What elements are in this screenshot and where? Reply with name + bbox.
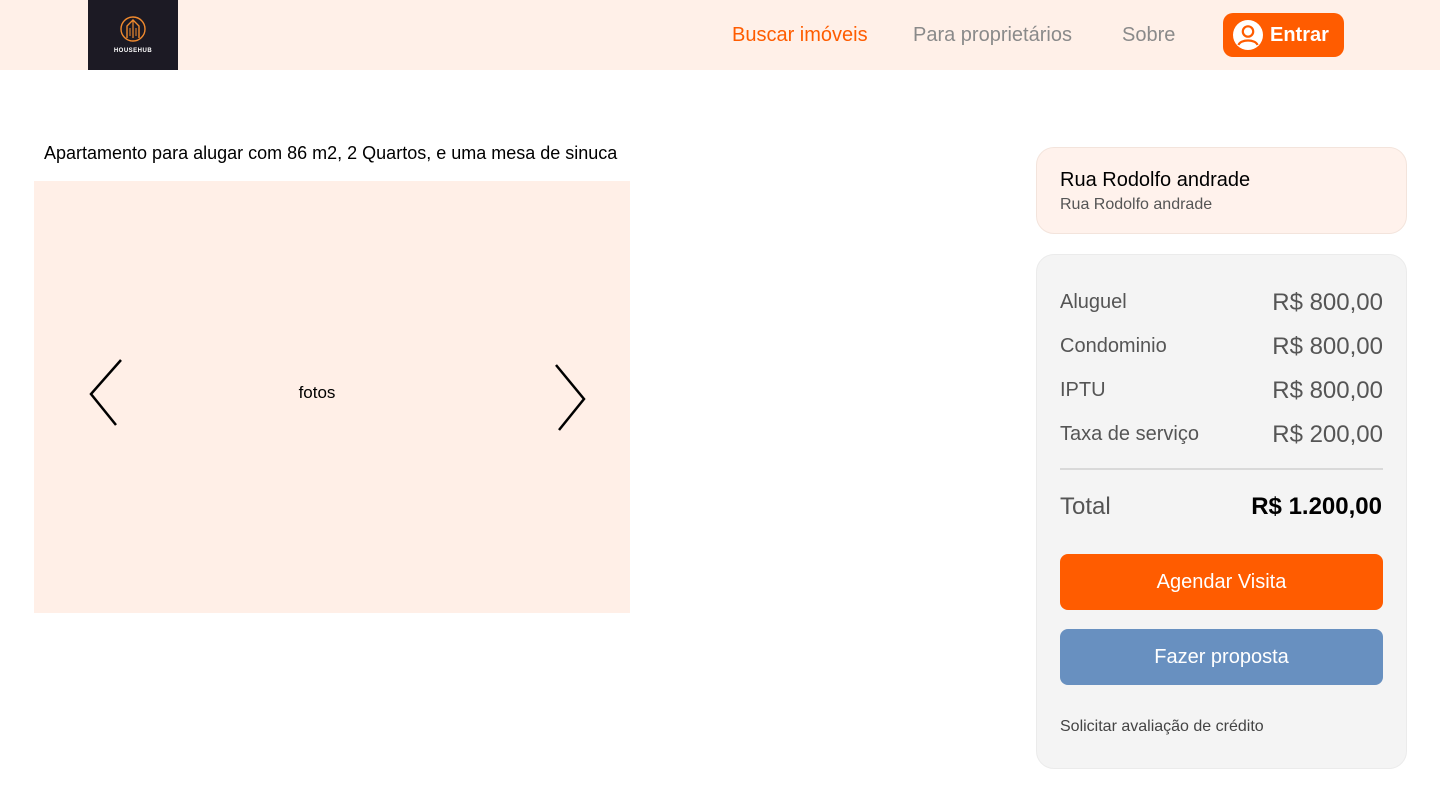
gallery-placeholder-label: fotos <box>298 383 336 402</box>
price-row-iptu: IPTU R$ 800,00 <box>1060 377 1383 407</box>
price-row-taxa-servico: Taxa de serviço R$ 200,00 <box>1060 421 1383 451</box>
total-value: R$ 1.200,00 <box>1251 493 1382 520</box>
price-label: Aluguel <box>1060 291 1127 313</box>
price-value: R$ 200,00 <box>1272 421 1383 448</box>
top-nav-bar: HOUSEHUB Buscar imóveis Para proprietári… <box>0 0 1440 70</box>
brand-logo[interactable]: HOUSEHUB <box>88 0 178 70</box>
nav-link-sobre[interactable]: Sobre <box>1122 22 1175 48</box>
nav-link-buscar-imoveis[interactable]: Buscar imóveis <box>732 22 868 48</box>
price-summary-card: Aluguel R$ 800,00 Condominio R$ 800,00 I… <box>1036 254 1407 769</box>
price-label: Condominio <box>1060 335 1167 357</box>
login-button[interactable]: Entrar <box>1223 13 1344 57</box>
login-label: Entrar <box>1270 23 1329 46</box>
chevron-right-icon[interactable] <box>551 362 591 432</box>
nav-link-para-proprietarios[interactable]: Para proprietários <box>913 22 1072 48</box>
price-divider <box>1060 468 1383 470</box>
make-proposal-button[interactable]: Fazer proposta <box>1060 629 1383 685</box>
price-value: R$ 800,00 <box>1272 333 1383 360</box>
credit-evaluation-link[interactable]: Solicitar avaliação de crédito <box>1060 718 1264 736</box>
price-row-aluguel: Aluguel R$ 800,00 <box>1060 289 1383 319</box>
listing-title: Apartamento para alugar com 86 m2, 2 Qua… <box>44 143 618 163</box>
address-title: Rua Rodolfo andrade <box>1060 169 1251 191</box>
building-icon <box>120 16 146 42</box>
price-label: IPTU <box>1060 379 1106 401</box>
address-card: Rua Rodolfo andrade Rua Rodolfo andrade <box>1036 147 1407 234</box>
photo-gallery[interactable]: fotos <box>34 181 630 613</box>
price-value: R$ 800,00 <box>1272 377 1383 404</box>
address-subtitle: Rua Rodolfo andrade <box>1060 196 1213 213</box>
user-avatar-icon <box>1233 20 1263 50</box>
price-value: R$ 800,00 <box>1272 289 1383 316</box>
price-label: Taxa de serviço <box>1060 423 1199 445</box>
total-label: Total <box>1060 493 1111 520</box>
logo-text: HOUSEHUB <box>113 48 153 54</box>
schedule-visit-button[interactable]: Agendar Visita <box>1060 554 1383 610</box>
price-row-condominio: Condominio R$ 800,00 <box>1060 333 1383 363</box>
